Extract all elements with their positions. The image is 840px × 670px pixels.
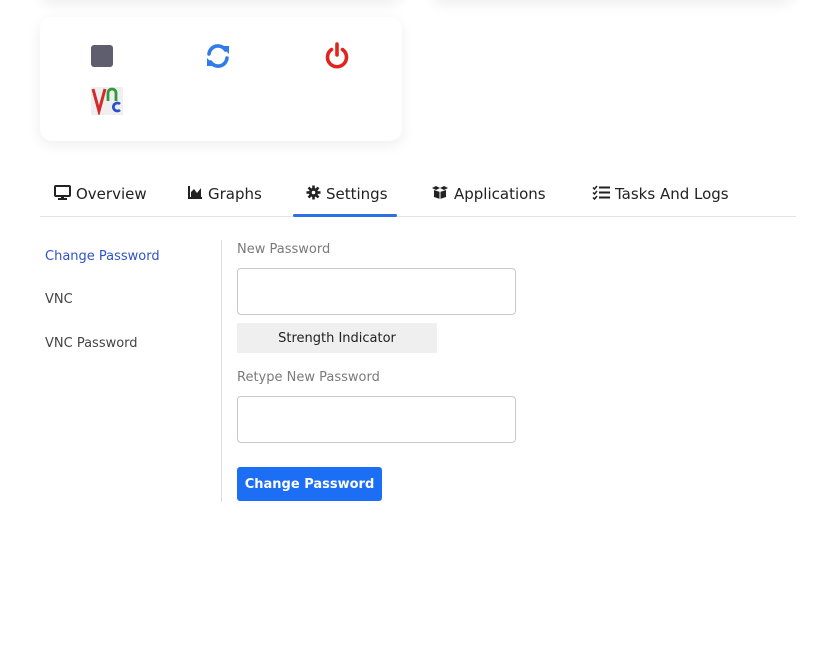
task-list-icon [592,185,615,204]
change-password-button[interactable]: Change Password [237,467,382,501]
monitor-icon [54,184,76,204]
tab-label: Applications [454,185,546,203]
stop-icon[interactable] [91,45,113,67]
tab-overview[interactable]: Overview [54,173,147,215]
tab-graphs[interactable]: Graphs [188,173,262,215]
settings-divider [221,240,222,502]
retype-password-input[interactable] [237,396,516,443]
tab-label: Settings [326,185,388,203]
vm-controls-card [40,17,402,141]
password-strength-indicator: Strength Indicator [237,323,437,353]
tab-settings[interactable]: Settings [306,173,388,215]
vnc-logo-icon[interactable] [91,87,123,117]
tab-bar: Overview Graphs Settings Applications Ta… [40,173,796,217]
boxes-icon [431,185,454,203]
restart-icon[interactable] [204,42,232,70]
new-password-input[interactable] [237,268,516,315]
gear-icon [306,185,326,204]
tab-label: Graphs [208,185,262,203]
tab-applications[interactable]: Applications [431,173,546,215]
power-icon[interactable] [322,41,352,71]
tab-label: Tasks And Logs [615,185,729,203]
active-tab-indicator [293,214,397,217]
settings-nav-change-password[interactable]: Change Password [45,249,160,264]
settings-nav-vnc[interactable]: VNC [45,292,73,307]
area-chart-icon [188,185,208,203]
tab-label: Overview [76,185,147,203]
settings-nav-vnc-password[interactable]: VNC Password [45,336,138,351]
tab-tasks-and-logs[interactable]: Tasks And Logs [592,173,729,215]
new-password-label: New Password [237,242,331,257]
retype-password-label: Retype New Password [237,370,380,385]
